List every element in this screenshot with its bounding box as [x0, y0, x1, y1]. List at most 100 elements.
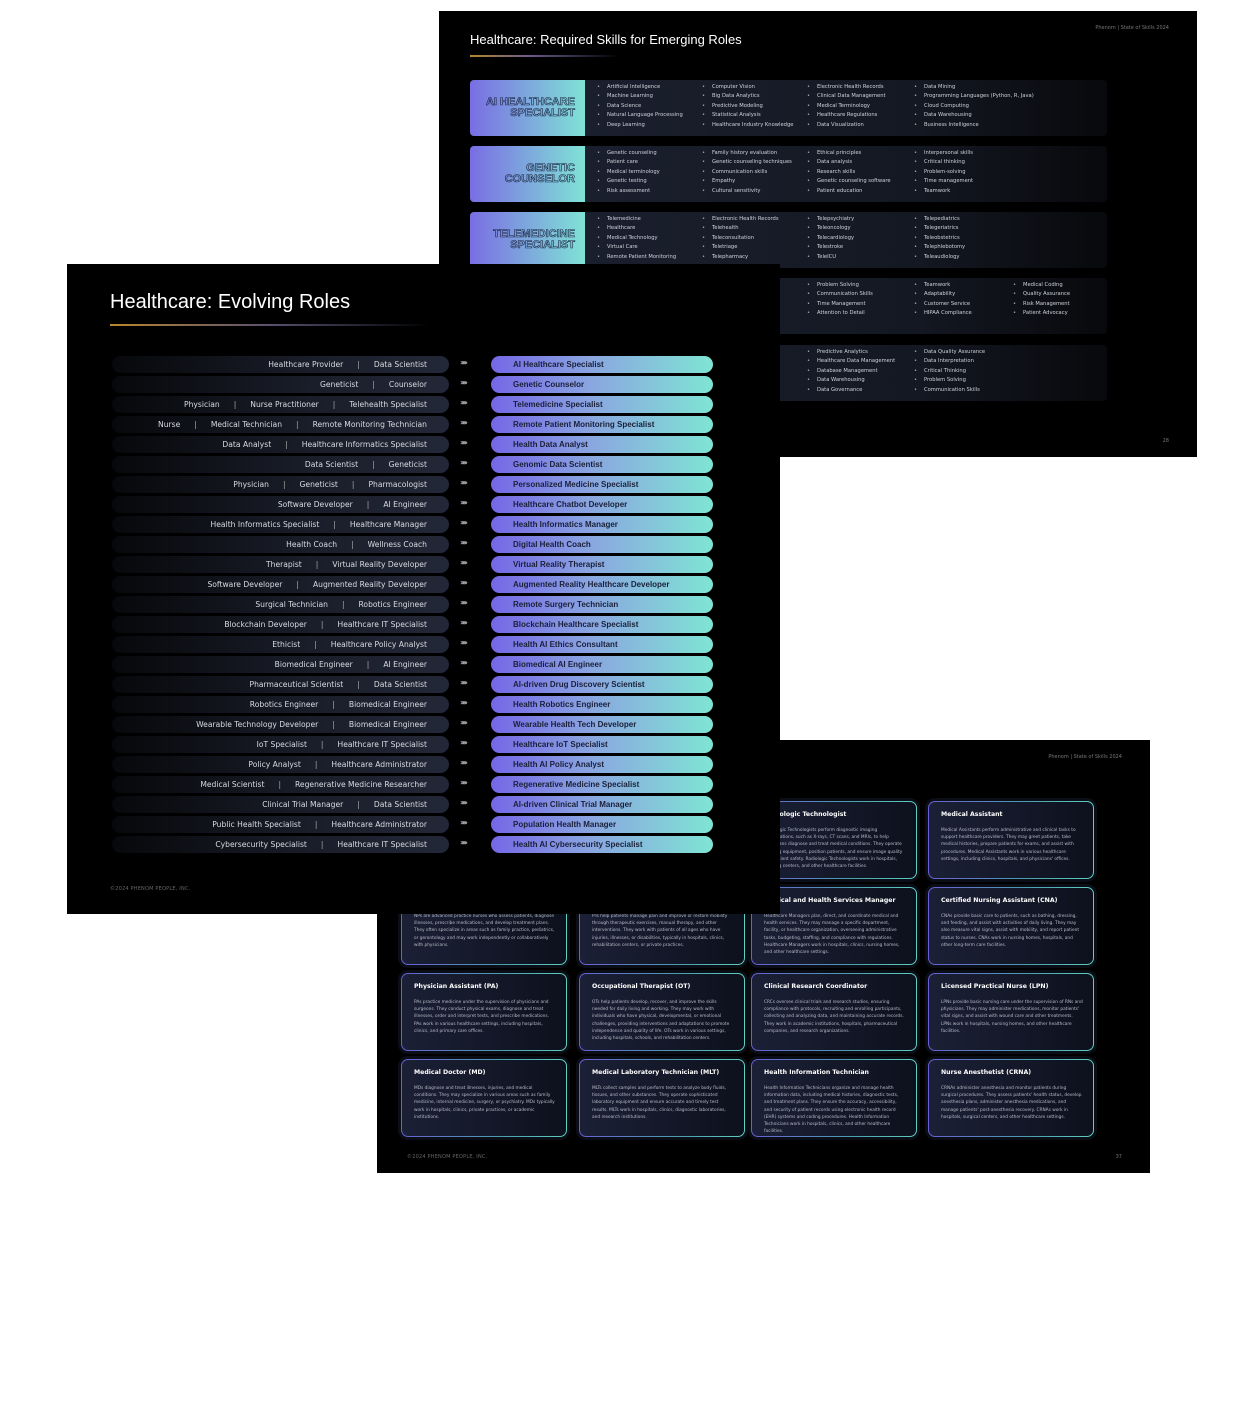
source-role: Geneticist	[299, 480, 338, 489]
skill-item: HIPAA Compliance	[924, 309, 972, 318]
skill-item: Patient Advocacy	[1023, 309, 1070, 318]
chevrons-right-icon: ›››››	[460, 578, 468, 587]
chevrons-right-icon: ›››››	[460, 598, 468, 607]
source-role: Software Developer	[207, 580, 283, 589]
role-card-description: Medical Assistants perform administrativ…	[941, 828, 1076, 862]
role-card-title: Certified Nursing Assistant (CNA)	[941, 897, 1058, 904]
source-role: Healthcare IT Specialist	[337, 740, 427, 749]
role-transition-row: Robotics Engineer | Biomedical Engineer ›››…	[112, 696, 713, 713]
skill-item: Medical Coding	[1023, 281, 1070, 290]
role-transition-row: Health Coach | Wellness Coach ››››› Digital …	[112, 536, 713, 553]
source-role: Pharmacologist	[368, 480, 427, 489]
chevrons-right-icon: ›››››	[460, 778, 468, 787]
skill-item: Empathy	[712, 177, 792, 186]
source-role: Healthcare Manager	[349, 520, 427, 529]
role-card-title: Physician Assistant (PA)	[414, 983, 499, 990]
chevrons-right-icon: ›››››	[460, 758, 468, 767]
source-role: Policy Analyst	[248, 760, 301, 769]
skill-item: Natural Language Processing	[607, 111, 683, 120]
role-card-description: PAs practice medicine under the supervis…	[414, 1000, 550, 1034]
skill-item: Data Science	[607, 102, 683, 111]
skill-item: Attention to Detail	[817, 309, 873, 318]
source-roles: Software Developer | AI Engineer	[112, 496, 449, 513]
role-label: Genetic Counselor	[470, 146, 585, 202]
skill-item: Interpersonal skills	[924, 149, 973, 158]
role-transition-row: Therapist | Virtual Reality Developer ›››››…	[112, 556, 713, 573]
skills-column: Genetic counselingPatient careMedical te…	[607, 149, 660, 196]
source-roles: Nurse | Medical Technician | Remote Monitori…	[112, 416, 449, 433]
source-roles: Cybersecurity Specialist | Healthcare IT S…	[112, 836, 449, 853]
source-role: Health Coach	[286, 540, 338, 549]
skill-item: Electronic Health Records	[817, 83, 886, 92]
skill-item: Genetic counseling software	[817, 177, 891, 186]
skill-item: Telehealth	[712, 224, 779, 233]
skills-column: Problem SolvingCommunication SkillsTime …	[817, 281, 873, 319]
skill-item: Telegeriatrics	[924, 224, 965, 233]
skill-item: Problem-solving	[924, 168, 973, 177]
source-role: Wearable Technology Developer	[196, 720, 319, 729]
role-card-description: Healthcare Managers plan, direct, and co…	[764, 914, 900, 956]
skill-item: Remote Patient Monitoring	[607, 253, 676, 262]
role-card-title: Licensed Practical Nurse (LPN)	[941, 983, 1049, 990]
role-card-title: Clinical Research Coordinator	[764, 983, 868, 990]
skill-item: Adaptability	[924, 290, 972, 299]
skill-item: Medical Technology	[607, 234, 676, 243]
skill-item: Family history evaluation	[712, 149, 792, 158]
chevrons-right-icon: ›››››	[460, 358, 468, 367]
role-card: Physician Assistant (PA) PAs practice med…	[401, 973, 567, 1051]
skills-column: Family history evaluationGenetic counsel…	[712, 149, 792, 196]
skill-item: Genetic testing	[607, 177, 660, 186]
target-role: Biomedical AI Engineer	[491, 656, 713, 673]
skill-item: Ethical principles	[817, 149, 891, 158]
separator: |	[233, 400, 237, 409]
role-name: Telemedicine Specialist	[493, 227, 576, 251]
source-role: IoT Specialist	[256, 740, 307, 749]
chevrons-right-icon: ›››››	[460, 738, 468, 747]
skills-column: Computer VisionBig Data AnalyticsPredict…	[712, 83, 793, 130]
skills-column: Medical CodingQuality AssuranceRisk Mana…	[1023, 281, 1070, 319]
source-role: Healthcare Informatics Specialist	[301, 440, 427, 449]
source-role: Data Scientist	[373, 680, 427, 689]
skill-item: Telestroke	[817, 243, 854, 252]
skills-column: TelepediatricsTelegeriatricsTeleobstetri…	[924, 215, 965, 262]
skill-item: Predictive Modeling	[712, 102, 793, 111]
target-role: Wearable Health Tech Developer	[491, 716, 713, 733]
source-roles: Health Informatics Specialist | Healthcare…	[112, 516, 449, 533]
role-transition-row: Health Informatics Specialist | Healthcare…	[112, 516, 713, 533]
page-number: 37	[1115, 1154, 1122, 1160]
skill-item: Database Management	[817, 367, 895, 376]
skill-item: Customer Service	[924, 300, 972, 309]
target-role: Health AI Ethics Consultant	[491, 636, 713, 653]
target-role: Digital Health Coach	[491, 536, 713, 553]
skill-item: Big Data Analytics	[712, 92, 793, 101]
role-card-description: Radiologic Technologists perform diagnos…	[764, 828, 903, 870]
source-role: Virtual Reality Developer	[332, 560, 427, 569]
skill-item: Critical Thinking	[924, 367, 985, 376]
role-transition-row: Cybersecurity Specialist | Healthcare IT S…	[112, 836, 713, 853]
title-underline	[470, 55, 620, 57]
separator: |	[296, 580, 299, 589]
source-role: Healthcare IT Specialist	[337, 840, 427, 849]
role-card-title: Occupational Therapist (OT)	[592, 983, 691, 990]
role-card-title: Medical and Health Services Manager	[764, 897, 896, 904]
target-role: Virtual Reality Therapist	[491, 556, 713, 573]
skill-item: Healthcare Regulations	[817, 111, 886, 120]
evolving-roles-slide: Healthcare: Evolving Roles Healthcare Pr…	[67, 264, 780, 914]
source-role: Geneticist	[388, 460, 427, 469]
chevrons-right-icon: ›››››	[460, 398, 468, 407]
source-roles: Policy Analyst | Healthcare Administrator	[112, 756, 449, 773]
skill-item: Quality Assurance	[1023, 290, 1070, 299]
separator: |	[285, 440, 288, 449]
source-role: Robotics Engineer	[358, 600, 428, 609]
slide-title: Healthcare: Evolving Roles	[110, 291, 351, 313]
slide-header: Phenom | State of Skills 2024	[1095, 25, 1169, 31]
skill-item: Teleoncology	[817, 224, 854, 233]
separator: |	[320, 740, 324, 749]
target-role: Regenerative Medicine Specialist	[491, 776, 713, 793]
source-role: Medical Technician	[210, 420, 283, 429]
skills-row: AI Healthcare Specialist Artificial Intel…	[470, 80, 1107, 136]
skill-item: Telephlebotomy	[924, 243, 965, 252]
separator: |	[320, 840, 324, 849]
source-role: Data Scientist	[373, 360, 427, 369]
skill-item: Healthcare Data Management	[817, 357, 895, 366]
